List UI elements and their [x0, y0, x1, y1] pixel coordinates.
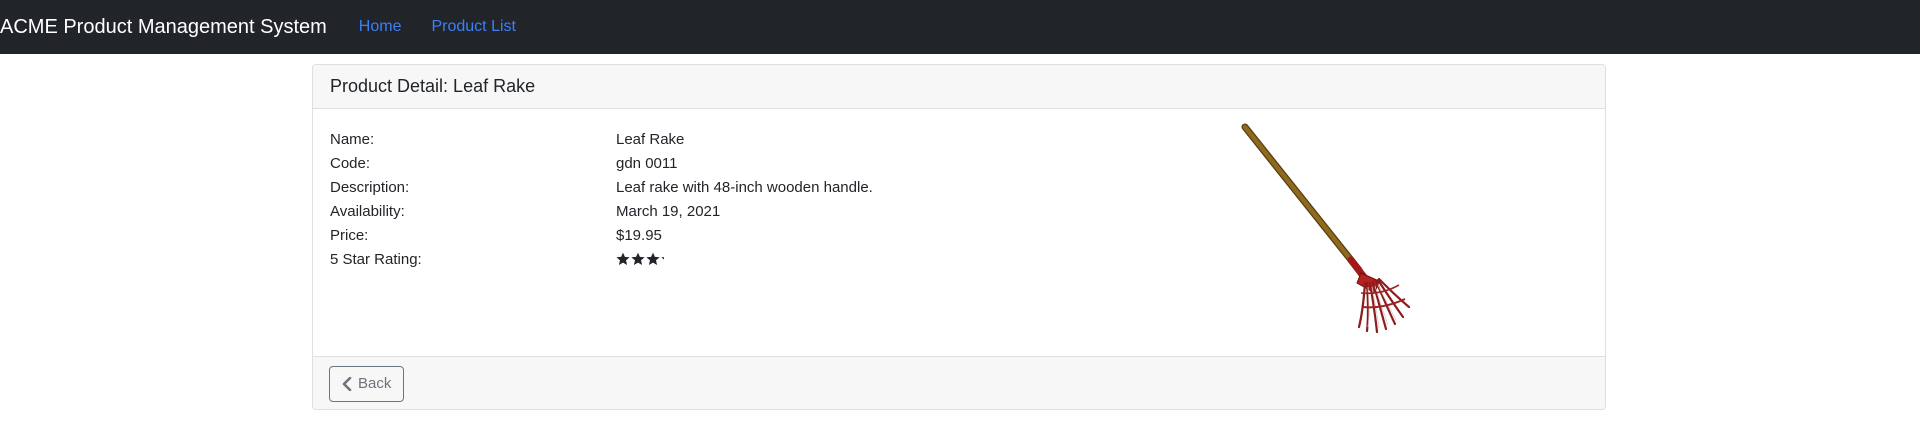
detail-label: 5 Star Rating: [330, 250, 422, 268]
chevron-left-icon [342, 376, 352, 391]
star-icon [616, 252, 630, 265]
brand-title[interactable]: ACME Product Management System [0, 16, 327, 39]
detail-label: Availability: [330, 202, 405, 220]
detail-row-price: Price: $19.95 [330, 223, 873, 247]
star-icon [646, 252, 660, 265]
leaf-rake-image [1183, 117, 1423, 347]
product-details: Name: Leaf Rake Code: gdn 0011 Descripti… [330, 127, 873, 271]
star-icon [631, 252, 645, 265]
card-header: Product Detail: Leaf Rake [313, 65, 1605, 109]
detail-row-description: Description: Leaf rake with 48-inch wood… [330, 175, 873, 199]
detail-label: Description: [330, 178, 410, 196]
back-button-label: Back [358, 375, 392, 392]
back-button[interactable]: Back [329, 365, 405, 402]
star-rating [616, 252, 664, 266]
detail-value: $19.95 [616, 226, 662, 244]
top-navbar: ACME Product Management System Home Prod… [0, 0, 1920, 54]
detail-value: Leaf Rake [616, 130, 685, 148]
card-body: Name: Leaf Rake Code: gdn 0011 Descripti… [313, 109, 1605, 356]
detail-label: Price: [330, 226, 369, 244]
detail-label: Code: [330, 154, 371, 172]
detail-label: Name: [330, 130, 375, 148]
detail-row-availability: Availability: March 19, 2021 [330, 199, 873, 223]
card-footer: Back [313, 356, 1605, 409]
nav-link-product-list[interactable]: Product List [431, 18, 515, 36]
detail-row-name: Name: Leaf Rake [330, 127, 873, 151]
detail-row-code: Code: gdn 0011 [330, 151, 873, 175]
detail-row-rating: 5 Star Rating: [330, 247, 873, 271]
detail-value: March 19, 2021 [616, 202, 721, 220]
detail-value: gdn 0011 [616, 154, 678, 172]
card-title: Product Detail: Leaf Rake [330, 76, 536, 96]
product-detail-card: Product Detail: Leaf Rake Name: Leaf Rak… [312, 64, 1606, 410]
detail-value: Leaf rake with 48-inch wooden handle. [616, 178, 873, 196]
star-icon [661, 257, 664, 260]
leaf-rake-icon [1241, 123, 1411, 334]
nav-link-home[interactable]: Home [359, 18, 402, 36]
